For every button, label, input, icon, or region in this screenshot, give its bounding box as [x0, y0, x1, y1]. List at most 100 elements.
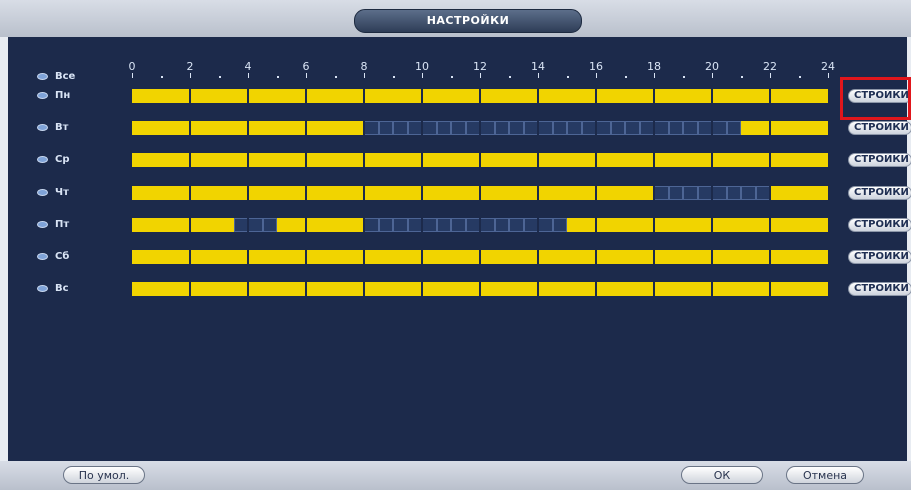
active-slot[interactable]	[219, 121, 234, 135]
active-slot[interactable]	[436, 153, 451, 167]
active-slot[interactable]	[132, 89, 147, 103]
active-slot[interactable]	[552, 186, 567, 200]
active-slot[interactable]	[204, 153, 219, 167]
active-slot[interactable]	[248, 121, 263, 135]
radio-icon[interactable]	[37, 124, 48, 131]
active-slot[interactable]	[494, 153, 509, 167]
active-slot[interactable]	[320, 121, 335, 135]
active-slot[interactable]	[277, 153, 292, 167]
active-slot[interactable]	[306, 218, 321, 232]
active-slot[interactable]	[712, 153, 727, 167]
setup-button[interactable]: СТРОЙКИ	[848, 153, 911, 167]
active-slot[interactable]	[161, 186, 176, 200]
inactive-slot[interactable]	[726, 121, 741, 135]
active-slot[interactable]	[813, 89, 828, 103]
active-slot[interactable]	[741, 250, 756, 264]
active-slot[interactable]	[770, 282, 785, 296]
active-slot[interactable]	[175, 121, 190, 135]
inactive-slot[interactable]	[726, 186, 741, 200]
active-slot[interactable]	[291, 153, 306, 167]
active-slot[interactable]	[161, 121, 176, 135]
active-slot[interactable]	[784, 282, 799, 296]
active-slot[interactable]	[610, 186, 625, 200]
day-schedule-track[interactable]	[132, 250, 828, 264]
active-slot[interactable]	[175, 282, 190, 296]
active-slot[interactable]	[335, 282, 350, 296]
active-slot[interactable]	[538, 250, 553, 264]
active-slot[interactable]	[291, 186, 306, 200]
active-slot[interactable]	[712, 250, 727, 264]
active-slot[interactable]	[668, 250, 683, 264]
active-slot[interactable]	[335, 250, 350, 264]
active-slot[interactable]	[697, 89, 712, 103]
active-slot[interactable]	[567, 282, 582, 296]
active-slot[interactable]	[335, 153, 350, 167]
active-slot[interactable]	[233, 121, 248, 135]
active-slot[interactable]	[784, 218, 799, 232]
day-schedule-track[interactable]	[132, 89, 828, 103]
active-slot[interactable]	[378, 153, 393, 167]
active-slot[interactable]	[248, 250, 263, 264]
inactive-slot[interactable]	[422, 218, 437, 232]
inactive-slot[interactable]	[233, 218, 248, 232]
inactive-slot[interactable]	[538, 121, 553, 135]
day-schedule-track[interactable]	[132, 218, 828, 232]
active-slot[interactable]	[132, 250, 147, 264]
active-slot[interactable]	[726, 153, 741, 167]
cancel-button[interactable]: Отмена	[786, 466, 864, 484]
active-slot[interactable]	[610, 89, 625, 103]
active-slot[interactable]	[233, 250, 248, 264]
active-slot[interactable]	[683, 282, 698, 296]
active-slot[interactable]	[480, 282, 495, 296]
active-slot[interactable]	[654, 153, 669, 167]
active-slot[interactable]	[596, 282, 611, 296]
active-slot[interactable]	[161, 153, 176, 167]
radio-icon[interactable]	[37, 253, 48, 260]
active-slot[interactable]	[610, 218, 625, 232]
active-slot[interactable]	[668, 89, 683, 103]
active-slot[interactable]	[422, 250, 437, 264]
active-slot[interactable]	[581, 218, 596, 232]
active-slot[interactable]	[683, 250, 698, 264]
active-slot[interactable]	[654, 218, 669, 232]
active-slot[interactable]	[799, 121, 814, 135]
active-slot[interactable]	[523, 89, 538, 103]
active-slot[interactable]	[581, 186, 596, 200]
active-slot[interactable]	[262, 89, 277, 103]
active-slot[interactable]	[610, 282, 625, 296]
active-slot[interactable]	[509, 89, 524, 103]
active-slot[interactable]	[596, 218, 611, 232]
active-slot[interactable]	[335, 186, 350, 200]
active-slot[interactable]	[175, 218, 190, 232]
active-slot[interactable]	[132, 153, 147, 167]
inactive-slot[interactable]	[668, 186, 683, 200]
active-slot[interactable]	[726, 218, 741, 232]
inactive-slot[interactable]	[567, 121, 582, 135]
active-slot[interactable]	[335, 89, 350, 103]
active-slot[interactable]	[291, 89, 306, 103]
active-slot[interactable]	[494, 89, 509, 103]
active-slot[interactable]	[741, 153, 756, 167]
active-slot[interactable]	[697, 282, 712, 296]
active-slot[interactable]	[726, 89, 741, 103]
active-slot[interactable]	[755, 89, 770, 103]
active-slot[interactable]	[146, 89, 161, 103]
inactive-slot[interactable]	[683, 121, 698, 135]
inactive-slot[interactable]	[509, 121, 524, 135]
active-slot[interactable]	[770, 218, 785, 232]
active-slot[interactable]	[770, 121, 785, 135]
active-slot[interactable]	[683, 218, 698, 232]
active-slot[interactable]	[161, 282, 176, 296]
inactive-slot[interactable]	[712, 121, 727, 135]
inactive-slot[interactable]	[480, 121, 495, 135]
active-slot[interactable]	[422, 89, 437, 103]
radio-icon[interactable]	[37, 189, 48, 196]
active-slot[interactable]	[451, 186, 466, 200]
active-slot[interactable]	[625, 250, 640, 264]
active-slot[interactable]	[146, 218, 161, 232]
active-slot[interactable]	[190, 89, 205, 103]
active-slot[interactable]	[610, 153, 625, 167]
active-slot[interactable]	[654, 89, 669, 103]
active-slot[interactable]	[784, 121, 799, 135]
active-slot[interactable]	[639, 218, 654, 232]
